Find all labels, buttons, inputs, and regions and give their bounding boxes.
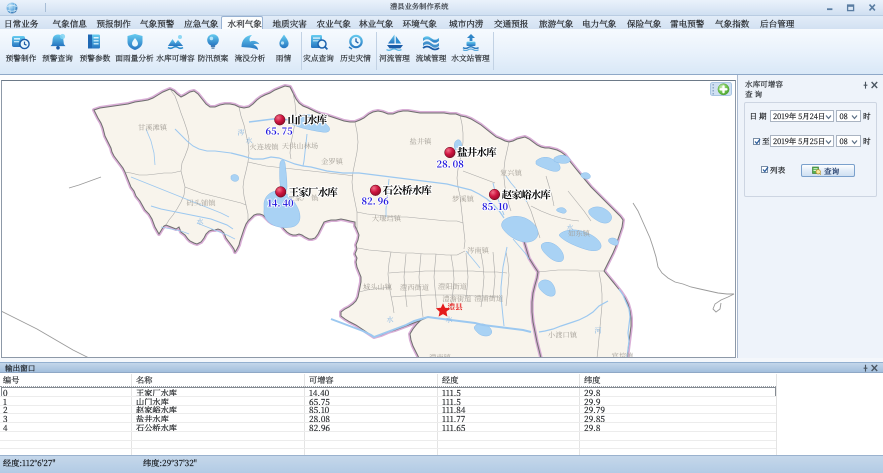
- svg-text:大堰垱镇: 大堰垱镇: [372, 214, 402, 224]
- svg-text:涔: 涔: [238, 128, 245, 138]
- svg-text:水: 水: [567, 223, 574, 233]
- svg-text:水: 水: [246, 136, 253, 146]
- svg-text:澧阳街道: 澧阳街道: [438, 282, 468, 292]
- svg-text:金罗镇: 金罗镇: [321, 157, 344, 167]
- svg-text:小渡口镇: 小渡口镇: [548, 331, 578, 341]
- svg-text:码头铺镇: 码头铺镇: [186, 199, 216, 209]
- svg-text:澧县: 澧县: [448, 302, 464, 313]
- svg-text:赵家峪水库: 赵家峪水库: [502, 188, 552, 203]
- svg-text:28. 08: 28. 08: [437, 156, 465, 170]
- svg-text:复兴镇: 复兴镇: [500, 169, 523, 179]
- svg-text:王家厂水库: 王家厂水库: [289, 185, 339, 200]
- svg-text:水: 水: [446, 315, 453, 325]
- svg-text:梦溪镇: 梦溪镇: [452, 195, 475, 205]
- svg-text:85. 10: 85. 10: [482, 199, 509, 213]
- svg-text:甘溪滩镇: 甘溪滩镇: [138, 123, 168, 133]
- svg-text:水: 水: [387, 315, 394, 325]
- svg-text:石公桥水库: 石公桥水库: [383, 183, 433, 198]
- svg-text:官垸镇: 官垸镇: [612, 352, 635, 358]
- svg-text:澧浦街道: 澧浦街道: [474, 294, 504, 304]
- svg-text:天供山林场: 天供山林场: [282, 142, 318, 152]
- svg-text:65. 75: 65. 75: [266, 123, 294, 137]
- svg-text:城头山镇: 城头山镇: [363, 283, 393, 293]
- svg-text:澧南镇: 澧南镇: [429, 353, 452, 357]
- svg-text:河: 河: [595, 326, 602, 336]
- svg-text:澧西街道: 澧西街道: [400, 283, 430, 293]
- svg-text:火连坡镇: 火连坡镇: [249, 143, 279, 153]
- svg-text:山门水库: 山门水库: [288, 113, 328, 128]
- svg-text:水: 水: [197, 217, 204, 227]
- svg-text:14. 40: 14. 40: [268, 195, 295, 209]
- svg-text:82. 96: 82. 96: [362, 194, 390, 208]
- svg-text:盐井镇: 盐井镇: [410, 137, 433, 147]
- svg-text:涔南镇: 涔南镇: [467, 246, 490, 256]
